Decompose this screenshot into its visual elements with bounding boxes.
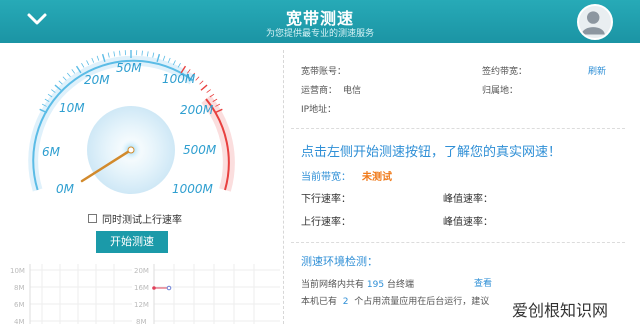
right-chart-tick-12: 12M [134,301,149,309]
gauge-tick [66,72,71,78]
gauge-tick [71,69,76,74]
gauge-label-50: 50M [116,61,142,75]
gauge-tick [107,52,110,58]
right-chart-tick-16: 16M [134,284,149,292]
right-chart-tick-20: 20M [134,267,149,275]
current-bandwidth-value: 未测试 [362,172,392,183]
download-rate-label: 下行速率： [301,194,351,205]
env-devices-line: 当前网络内共有 195 台终端 [301,277,414,290]
gauge-tick [200,84,208,91]
env-apps-suffix: 个占用流量应用在后台运行，建议 [354,297,490,307]
upload-speed-chart: 20M 16M 12M 8M [134,264,280,324]
gauge-tick [206,89,211,93]
download-speed-chart: 10M 8M 6M 4M [10,264,132,324]
env-apps-line: 本机已有 2 个占用流量应用在后台运行，建议 [301,294,489,307]
gauge-tick [199,80,204,85]
gauge-tick [86,60,90,66]
gauge-label-200: 200M [180,103,214,117]
gauge-tick [152,52,155,58]
upload-peak-label: 峰值速率： [443,217,493,228]
account-label: 宽带账号： [301,67,347,77]
gauge-needle-pivot [127,146,135,154]
env-apps-prefix: 本机已有 [301,297,338,307]
left-chart-tick-6: 6M [14,301,25,309]
right-chart-tick-8: 8M [136,318,147,324]
env-check-title: 测速环境检测： [301,255,378,268]
gauge-label-100: 100M [162,72,196,86]
gauge-tick [141,50,143,56]
avatar-silhouette [581,11,605,35]
gauge-tick [146,51,149,57]
gauge-tick [113,51,116,57]
start-test-button[interactable]: 开始测速 [96,231,168,253]
test-prompt: 点击左侧开始测速按钮，了解您的真实网速！ [301,145,562,160]
gauge-label-10: 10M [59,101,85,115]
speed-gauge: 0M 6M 10M 20M 50M 100M 200M 500M 1000M [28,50,235,196]
isp-label: 运营商： [301,86,338,96]
site-watermark: 爱创根知识网 [508,296,613,322]
chart-marker-start [152,286,156,290]
current-bandwidth-label: 当前带宽： [301,172,351,183]
device-count: 195 [366,280,385,290]
upload-rate-label: 上行速率： [301,217,351,228]
refresh-link[interactable]: 刷新 [588,64,606,77]
gauge-tick [58,80,63,85]
gauge-tick [162,55,166,61]
left-chart-tick-4: 4M [14,318,25,324]
gauge-tick [195,76,200,81]
gauge-tick [81,62,85,68]
download-peak-label: 峰值速率： [443,194,493,205]
chart-marker-end [166,285,172,291]
left-chart-tick-8: 8M [14,284,25,292]
isp-value: 电信 [343,86,362,96]
ip-label: IP地址： [301,105,337,115]
gauge-tick [96,55,100,61]
section-divider [291,242,625,243]
gauge-tick [62,76,67,81]
page-subtitle: 为您提供最专业的测速服务 [265,29,374,39]
upload-test-label: 同时测试上行速率 [102,215,182,226]
app-count: 2 [342,297,349,307]
gauge-label-6: 6M [42,145,61,159]
upload-test-checkbox[interactable] [88,214,97,223]
view-devices-link[interactable]: 查看 [474,276,492,289]
env-devices-suffix: 台终端 [386,280,414,290]
gauge-tick [167,57,171,63]
gauge-tick [119,50,121,56]
contract-bandwidth-label: 签约带宽： [482,67,528,77]
left-chart-tick-10: 10M [10,267,25,275]
gauge-tick [91,57,95,63]
gauge-label-20: 20M [84,73,110,87]
location-label: 归属地： [482,86,519,96]
header-bar: 宽带测速 为您提供最专业的测速服务 [0,0,640,43]
gauge-label-0: 0M [56,182,75,196]
gauge-label-1000: 1000M [172,182,214,196]
gauge-label-500: 500M [183,143,217,157]
column-divider [283,50,284,324]
upload-test-option[interactable]: 同时测试上行速率 [88,211,182,226]
section-divider [291,128,625,129]
env-devices-prefix: 当前网络内共有 [301,280,365,290]
user-avatar-icon[interactable] [577,4,613,40]
